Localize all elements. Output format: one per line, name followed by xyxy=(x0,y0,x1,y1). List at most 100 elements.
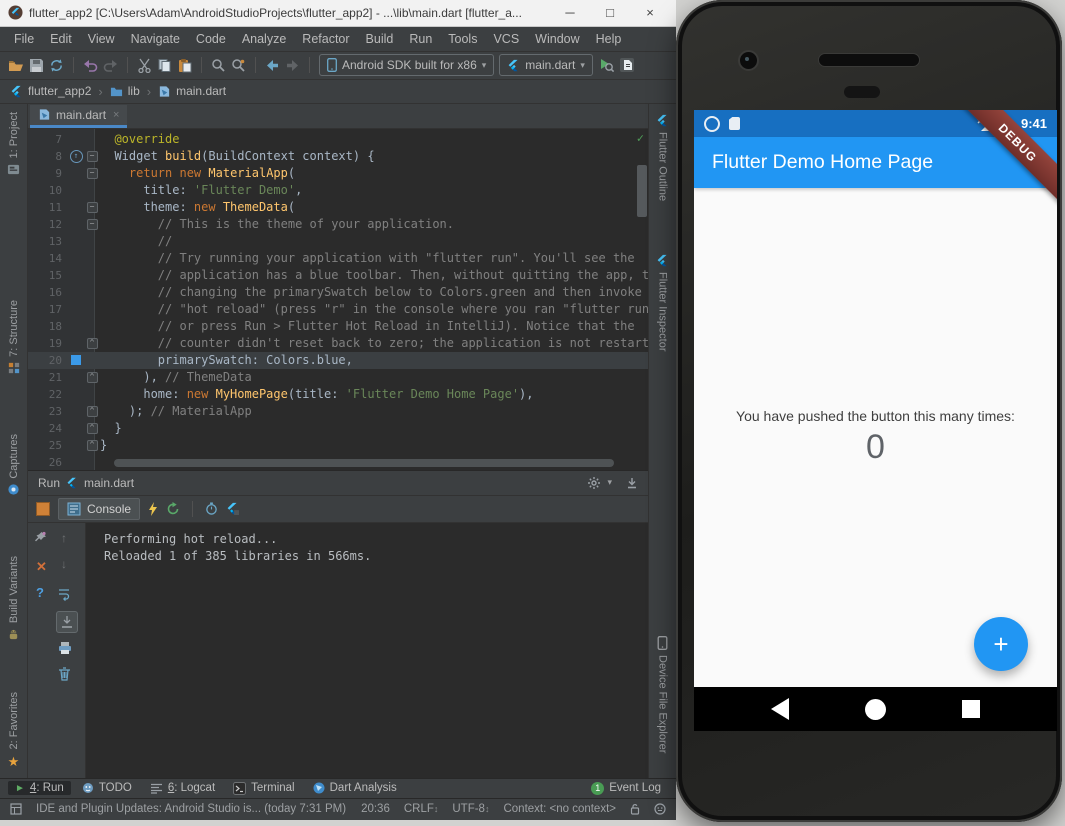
fold-end-icon[interactable]: ^ xyxy=(87,338,98,349)
code-line-14[interactable]: 14 // Try running your application with … xyxy=(28,250,648,267)
tool-button-terminal[interactable]: Terminal xyxy=(226,781,301,796)
tool-button-2-favorites[interactable]: 2: Favorites★ xyxy=(0,692,27,770)
clear-all-icon[interactable] xyxy=(58,667,71,681)
code-editor[interactable]: 7 @override8↑− Widget build(BuildContext… xyxy=(28,129,648,470)
search-icon[interactable] xyxy=(211,58,226,73)
tool-window-toggle-icon[interactable] xyxy=(10,803,22,815)
menu-edit[interactable]: Edit xyxy=(42,27,80,51)
menu-tools[interactable]: Tools xyxy=(440,27,485,51)
run-config-selector[interactable]: main.dart ▾ xyxy=(499,54,593,76)
code-line-19[interactable]: 19^ // counter didn't reset back to zero… xyxy=(28,335,648,352)
inspections-hector-icon[interactable] xyxy=(654,803,666,815)
tab-main-dart[interactable]: main.dart × xyxy=(30,105,127,128)
override-marker-icon[interactable]: ↑ xyxy=(70,150,83,163)
print-icon[interactable] xyxy=(58,641,72,655)
code-line-22[interactable]: 22 home: new MyHomePage(title: 'Flutter … xyxy=(28,386,648,403)
replace-icon[interactable] xyxy=(231,58,246,73)
menu-code[interactable]: Code xyxy=(188,27,234,51)
hide-panel-icon[interactable] xyxy=(626,477,638,489)
device-selector[interactable]: Android SDK built for x86 ▾ xyxy=(319,54,494,76)
code-line-16[interactable]: 16 // changing the primarySwatch below t… xyxy=(28,284,648,301)
menu-window[interactable]: Window xyxy=(527,27,587,51)
gear-icon[interactable] xyxy=(587,476,601,490)
menu-file[interactable]: File xyxy=(6,27,42,51)
menu-run[interactable]: Run xyxy=(401,27,440,51)
close-icon[interactable]: ✕ xyxy=(36,559,47,575)
menu-navigate[interactable]: Navigate xyxy=(123,27,188,51)
line-ending-selector[interactable]: CRLF↕ xyxy=(404,803,439,815)
paste-icon[interactable] xyxy=(177,58,192,73)
undo-icon[interactable] xyxy=(83,58,98,73)
tool-button-flutter-inspector[interactable]: Flutter Inspector xyxy=(649,254,676,351)
sync-icon[interactable] xyxy=(49,58,64,73)
timeline-icon[interactable] xyxy=(205,502,218,515)
fold-collapse-icon[interactable]: − xyxy=(87,202,98,213)
redo-icon[interactable] xyxy=(103,58,118,73)
code-line-8[interactable]: 8↑− Widget build(BuildContext context) { xyxy=(28,148,648,165)
tool-button-todo[interactable]: TODO xyxy=(75,781,139,795)
flutter-attach-icon[interactable] xyxy=(226,502,239,515)
code-line-24[interactable]: 24^ } xyxy=(28,420,648,437)
minimize-button[interactable]: ─ xyxy=(550,5,590,20)
fold-collapse-icon[interactable]: − xyxy=(87,219,98,230)
save-icon[interactable] xyxy=(29,58,44,73)
code-line-17[interactable]: 17 // "hot reload" (press "r" in the con… xyxy=(28,301,648,318)
up-arrow-icon[interactable]: ↑ xyxy=(61,531,67,545)
fold-end-icon[interactable]: ^ xyxy=(87,372,98,383)
code-line-10[interactable]: 10 title: 'Flutter Demo', xyxy=(28,182,648,199)
hot-restart-icon[interactable] xyxy=(166,502,180,516)
recents-button[interactable] xyxy=(962,700,980,718)
menu-analyze[interactable]: Analyze xyxy=(234,27,294,51)
tool-button-flutter-outline[interactable]: Flutter Outline xyxy=(649,114,676,201)
stop-button[interactable] xyxy=(36,502,50,516)
console-tab[interactable]: Console xyxy=(58,498,140,520)
menu-help[interactable]: Help xyxy=(588,27,630,51)
soft-wrap-icon[interactable] xyxy=(58,587,72,601)
tool-button-event-log[interactable]: 1 Event Log xyxy=(584,781,668,796)
code-line-11[interactable]: 11− theme: new ThemeData( xyxy=(28,199,648,216)
encoding-selector[interactable]: UTF-8↕ xyxy=(452,803,489,815)
hot-reload-icon[interactable] xyxy=(148,502,158,516)
back-button[interactable] xyxy=(771,698,789,720)
editor-vertical-scrollbar[interactable] xyxy=(637,165,647,217)
menu-vcs[interactable]: VCS xyxy=(485,27,527,51)
cut-icon[interactable] xyxy=(137,58,152,73)
context-selector[interactable]: Context: <no context> xyxy=(503,803,616,815)
caret-position[interactable]: 20:36 xyxy=(361,803,390,815)
fold-end-icon[interactable]: ^ xyxy=(87,406,98,417)
code-line-15[interactable]: 15 // application has a blue toolbar. Th… xyxy=(28,267,648,284)
code-line-21[interactable]: 21^ ), // ThemeData xyxy=(28,369,648,386)
lock-icon[interactable] xyxy=(630,803,640,815)
fold-end-icon[interactable]: ^ xyxy=(87,440,98,451)
tab-close-icon[interactable]: × xyxy=(113,109,119,121)
scroll-to-end-icon[interactable] xyxy=(56,611,78,633)
run-attach-icon[interactable] xyxy=(598,57,614,73)
code-line-20[interactable]: 20 primarySwatch: Colors.blue, xyxy=(28,352,648,369)
tool-button-7-structure[interactable]: 7: Structure xyxy=(0,300,27,374)
code-line-25[interactable]: 25^} xyxy=(28,437,648,454)
status-message[interactable]: IDE and Plugin Updates: Android Studio i… xyxy=(36,803,347,815)
tool-button-dart-analysis[interactable]: Dart Analysis xyxy=(306,781,404,795)
editor-horizontal-scrollbar[interactable] xyxy=(114,459,614,467)
breadcrumb-flutter-app2[interactable]: flutter_app2 xyxy=(10,84,91,98)
code-line-13[interactable]: 13 // xyxy=(28,233,648,250)
open-icon[interactable] xyxy=(8,58,24,73)
tool-button-6-logcat[interactable]: 6: Logcat xyxy=(143,781,222,795)
fold-collapse-icon[interactable]: − xyxy=(87,151,98,162)
menu-refactor[interactable]: Refactor xyxy=(294,27,357,51)
fold-end-icon[interactable]: ^ xyxy=(87,423,98,434)
tool-button-1-project[interactable]: 1: Project xyxy=(0,112,27,176)
code-line-12[interactable]: 12− // This is the theme of your applica… xyxy=(28,216,648,233)
tool-button-4-run[interactable]: ►4: Run xyxy=(8,781,71,795)
attach-debugger-icon[interactable] xyxy=(619,57,635,73)
fold-collapse-icon[interactable]: − xyxy=(87,168,98,179)
close-button[interactable]: × xyxy=(630,5,670,20)
menu-view[interactable]: View xyxy=(80,27,123,51)
code-line-9[interactable]: 9− return new MaterialApp( xyxy=(28,165,648,182)
breadcrumb-main-dart[interactable]: main.dart xyxy=(158,84,226,98)
increment-fab[interactable]: + xyxy=(974,617,1028,671)
tool-button-build-variants[interactable]: Build Variants xyxy=(0,556,27,641)
down-arrow-icon[interactable]: ↓ xyxy=(61,557,67,571)
breadcrumb-lib[interactable]: lib xyxy=(110,84,140,98)
color-swatch-icon[interactable] xyxy=(71,355,81,365)
